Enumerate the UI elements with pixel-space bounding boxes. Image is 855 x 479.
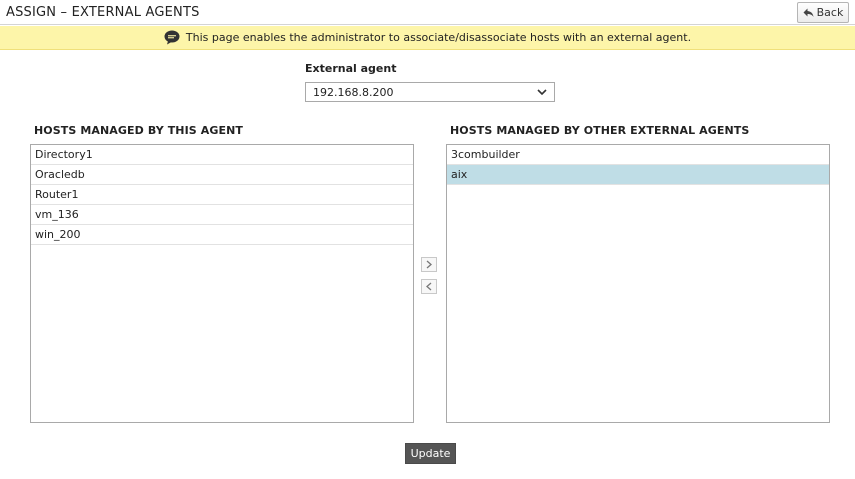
- managed-hosts-heading: HOSTS MANAGED BY THIS AGENT: [34, 124, 244, 137]
- other-hosts-list[interactable]: 3combuilder aix: [446, 144, 830, 423]
- list-item-selected[interactable]: aix: [447, 165, 829, 185]
- managed-hosts-list[interactable]: Directory1 Oracledb Router1 vm_136 win_2…: [30, 144, 414, 423]
- external-agent-label: External agent: [305, 62, 397, 75]
- list-item[interactable]: win_200: [31, 225, 413, 245]
- chevron-right-icon: [426, 260, 432, 269]
- info-bar: This page enables the administrator to a…: [0, 26, 855, 50]
- external-agent-select[interactable]: 192.168.8.200: [305, 82, 555, 102]
- external-agent-value: 192.168.8.200: [313, 85, 394, 99]
- page-title: ASSIGN – EXTERNAL AGENTS: [6, 5, 200, 20]
- back-button[interactable]: Back: [797, 2, 849, 23]
- page-header: ASSIGN – EXTERNAL AGENTS Back: [0, 0, 855, 25]
- chevron-left-icon: [426, 282, 432, 291]
- list-item[interactable]: Directory1: [31, 145, 413, 165]
- list-item[interactable]: vm_136: [31, 205, 413, 225]
- move-left-button[interactable]: [421, 279, 437, 294]
- back-arrow-icon: [803, 8, 814, 17]
- update-button[interactable]: Update: [405, 443, 456, 464]
- back-button-label: Back: [816, 6, 844, 19]
- list-item[interactable]: Oracledb: [31, 165, 413, 185]
- other-hosts-heading: HOSTS MANAGED BY OTHER EXTERNAL AGENTS: [450, 124, 750, 137]
- move-right-button[interactable]: [421, 257, 437, 272]
- info-message: This page enables the administrator to a…: [185, 31, 692, 44]
- speech-bubble-icon: [164, 30, 180, 45]
- chevron-down-icon: [537, 89, 547, 96]
- list-item[interactable]: 3combuilder: [447, 145, 829, 165]
- list-item[interactable]: Router1: [31, 185, 413, 205]
